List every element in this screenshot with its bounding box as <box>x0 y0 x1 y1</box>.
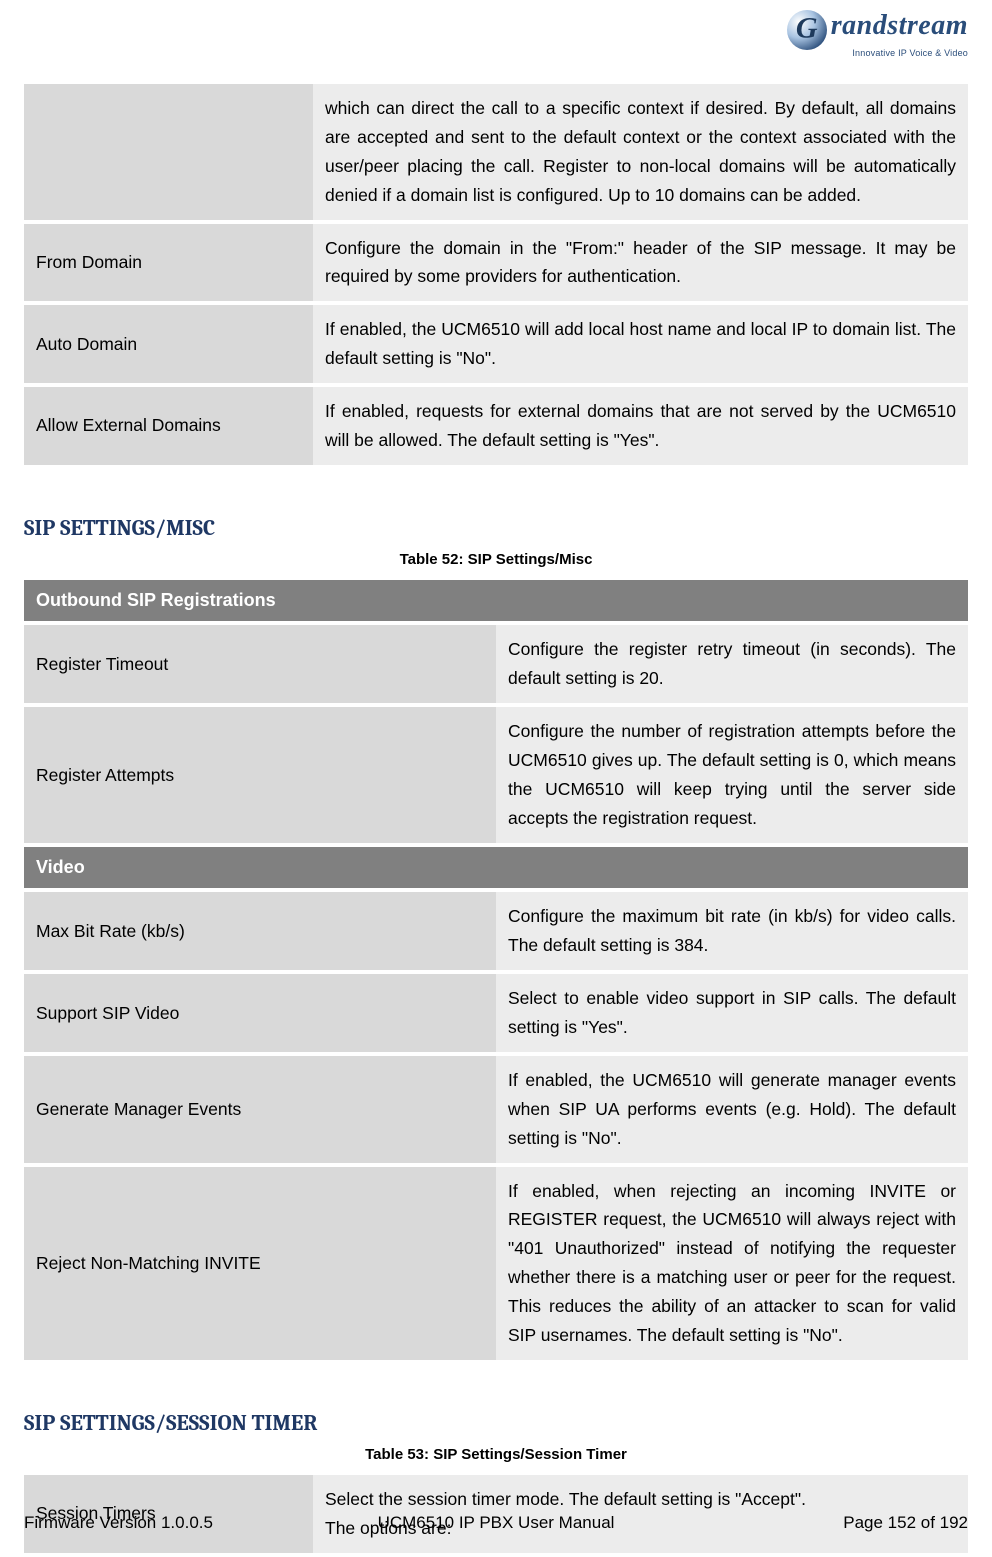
table-row: Support SIP Video Select to enable video… <box>24 974 968 1052</box>
document-page: randstream Innovative IP Voice & Video w… <box>0 0 992 1557</box>
table-row: Register Attempts Configure the number o… <box>24 707 968 843</box>
setting-description: If enabled, when rejecting an incoming I… <box>496 1167 968 1360</box>
page-content: which can direct the call to a specific … <box>0 0 992 1557</box>
logo-g-icon <box>787 10 827 50</box>
table-caption-session: Table 53: SIP Settings/Session Timer <box>24 1446 968 1463</box>
logo-graphic: randstream <box>787 10 968 50</box>
setting-description: If enabled, the UCM6510 will generate ma… <box>496 1056 968 1163</box>
section-heading-session: SIP SETTINGS/SESSION TIMER <box>24 1410 968 1436</box>
section-header: Video <box>24 847 968 889</box>
setting-label: Reject Non-Matching INVITE <box>24 1167 496 1360</box>
logo-brand-text: randstream <box>831 10 968 41</box>
setting-label: Generate Manager Events <box>24 1056 496 1163</box>
setting-label: Max Bit Rate (kb/s) <box>24 892 496 970</box>
setting-description: Configure the maximum bit rate (in kb/s)… <box>496 892 968 970</box>
page-footer: Firmware Version 1.0.0.5 UCM6510 IP PBX … <box>24 1513 968 1533</box>
table-row: Generate Manager Events If enabled, the … <box>24 1056 968 1163</box>
settings-table-misc: Outbound SIP Registrations Register Time… <box>24 576 968 1364</box>
setting-label <box>24 84 313 220</box>
setting-description: Configure the domain in the "From:" head… <box>313 224 968 302</box>
table-row: Register Timeout Configure the register … <box>24 625 968 703</box>
table-row: which can direct the call to a specific … <box>24 84 968 220</box>
table-row: Max Bit Rate (kb/s) Configure the maximu… <box>24 892 968 970</box>
setting-description: Select to enable video support in SIP ca… <box>496 974 968 1052</box>
section-header: Outbound SIP Registrations <box>24 580 968 622</box>
table-row: Reject Non-Matching INVITE If enabled, w… <box>24 1167 968 1360</box>
table-row: Auto Domain If enabled, the UCM6510 will… <box>24 305 968 383</box>
section-row: Outbound SIP Registrations <box>24 580 968 622</box>
setting-label: From Domain <box>24 224 313 302</box>
section-row: Video <box>24 847 968 889</box>
setting-description: If enabled, requests for external domain… <box>313 387 968 465</box>
setting-label: Auto Domain <box>24 305 313 383</box>
settings-table-top: which can direct the call to a specific … <box>24 80 968 469</box>
setting-label: Allow External Domains <box>24 387 313 465</box>
footer-manual-title: UCM6510 IP PBX User Manual <box>339 1513 654 1533</box>
setting-label: Register Attempts <box>24 707 496 843</box>
setting-label: Support SIP Video <box>24 974 496 1052</box>
table-row: Allow External Domains If enabled, reque… <box>24 387 968 465</box>
table-row: From Domain Configure the domain in the … <box>24 224 968 302</box>
footer-firmware-version: Firmware Version 1.0.0.5 <box>24 1513 339 1533</box>
setting-description: which can direct the call to a specific … <box>313 84 968 220</box>
setting-label: Register Timeout <box>24 625 496 703</box>
footer-page-number: Page 152 of 192 <box>653 1513 968 1533</box>
setting-description: Configure the register retry timeout (in… <box>496 625 968 703</box>
setting-description: Configure the number of registration att… <box>496 707 968 843</box>
section-heading-misc: SIP SETTINGS/MISC <box>24 515 968 541</box>
brand-logo: randstream Innovative IP Voice & Video <box>787 10 968 58</box>
setting-description: If enabled, the UCM6510 will add local h… <box>313 305 968 383</box>
table-caption-misc: Table 52: SIP Settings/Misc <box>24 551 968 568</box>
